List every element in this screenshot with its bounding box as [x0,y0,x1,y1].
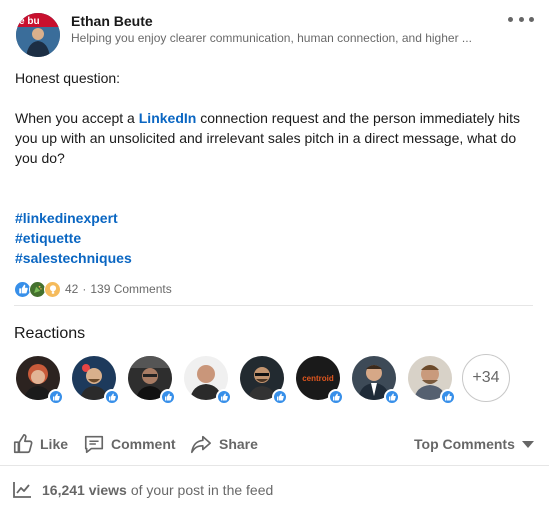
linkedin-mention-link[interactable]: LinkedIn [139,110,197,126]
like-button[interactable]: Like [12,430,68,458]
dot [518,16,524,22]
count-separator: · [82,282,87,296]
reactor-avatar[interactable] [16,356,64,405]
like-badge-icon [216,389,232,405]
hashtag-link[interactable]: #linkedinexpert [15,208,118,228]
more-reactors-button[interactable]: +34 [462,354,510,402]
dot [508,16,513,22]
comment-icon [84,435,104,454]
like-badge-icon [160,389,176,405]
post-text-line: Honest question: [15,70,121,86]
share-button[interactable]: Share [189,430,258,458]
reaction-count[interactable]: 42 [65,282,78,296]
views-suffix: of your post in the feed [130,482,274,498]
like-badge-icon [272,389,288,405]
post-text-before: When you accept a [15,110,139,126]
like-label: Like [40,436,69,452]
author-name[interactable]: Ethan Beute [71,13,153,29]
reactor-avatar[interactable] [352,356,400,405]
hashtag-link[interactable]: #salestechniques [15,248,132,268]
analytics-chart-icon [13,482,31,498]
dot [529,16,534,22]
share-icon [191,435,211,454]
sort-label: Top Comments [414,436,515,452]
social-counts: 42 · 139 Comments [14,280,172,298]
like-badge-icon [328,389,344,405]
reactor-avatar[interactable] [184,356,232,405]
comments-count-link[interactable]: 139 Comments [90,282,171,296]
reactions-heading: Reactions [14,325,86,342]
svg-text:e bu: e bu [19,16,40,27]
comment-label: Comment [111,436,176,452]
post-text-paragraph: When you accept a LinkedIn connection re… [15,108,535,168]
sort-comments-dropdown[interactable]: Top Comments [414,436,534,452]
reactor-avatar[interactable]: centroid [296,356,344,405]
author-headline: Helping you enjoy clearer communication,… [71,31,472,45]
more-options-icon[interactable] [508,12,534,26]
post-views-analytics[interactable]: 16,241 views of your post in the feed [12,480,273,500]
share-label: Share [219,436,258,452]
views-count: 16,241 views [42,482,127,498]
thumbs-up-icon [13,434,33,454]
caret-down-icon [521,440,534,448]
author-photo: e bu [16,13,60,57]
like-badge-icon [440,389,456,405]
insightful-icon [44,280,61,298]
like-badge-icon [384,389,400,405]
reactor-avatar[interactable] [408,356,456,405]
author-avatar[interactable]: e bu [16,13,60,57]
reactor-avatar[interactable] [240,356,288,405]
divider [0,465,549,466]
post-card: e bu Ethan Beute Helping you enjoy clear… [0,0,549,510]
reactor-avatar[interactable] [72,356,120,405]
like-badge-icon [48,389,64,405]
reactor-avatar[interactable] [128,356,176,405]
like-badge-icon [104,389,120,405]
comment-button[interactable]: Comment [83,430,176,458]
reactor-logo-text: centroid [302,374,334,383]
hashtag-link[interactable]: #etiquette [15,228,81,248]
divider [14,305,533,306]
